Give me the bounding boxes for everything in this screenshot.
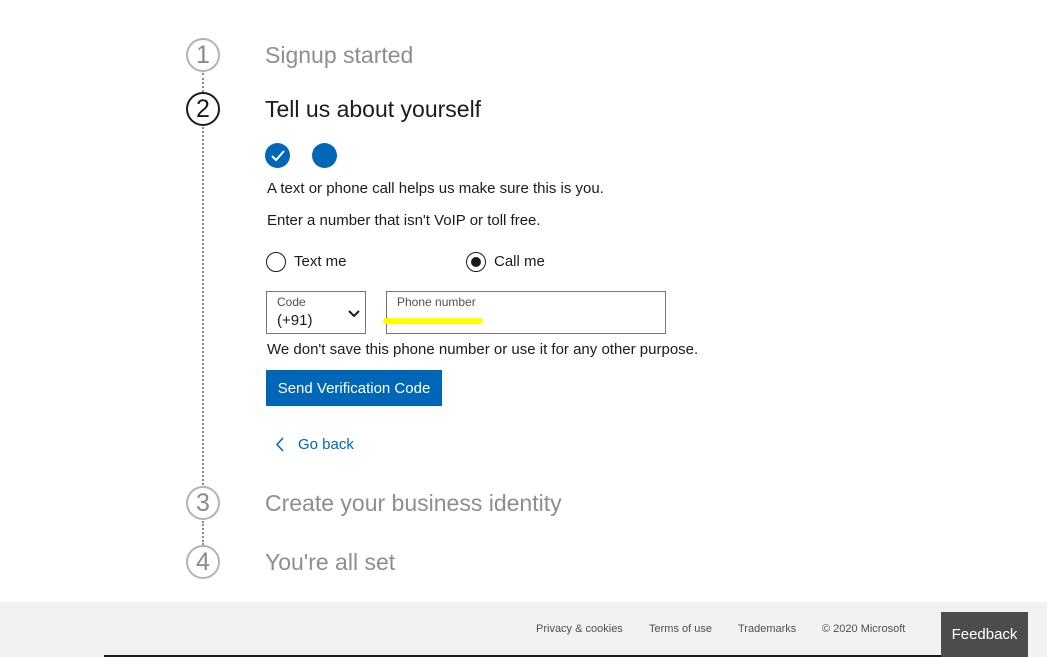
country-code-value: (+91) [277, 312, 313, 329]
call-me-label[interactable]: Call me [494, 253, 545, 270]
step-4-title: You're all set [265, 549, 396, 575]
step-1-number: 1 [186, 38, 220, 72]
phone-number-label: Phone number [397, 295, 476, 309]
step-connector [202, 521, 204, 545]
send-verification-code-button[interactable]: Send Verification Code [266, 370, 442, 406]
trademarks-link[interactable]: Trademarks [738, 623, 796, 635]
step-connector [202, 127, 204, 485]
step-3-title: Create your business identity [265, 490, 562, 516]
call-me-radio[interactable] [466, 252, 486, 272]
chevron-down-icon [348, 310, 360, 318]
text-me-label[interactable]: Text me [294, 253, 347, 270]
go-back-label: Go back [298, 436, 354, 453]
step-3-number: 3 [186, 486, 220, 520]
step-2-number: 2 [186, 92, 220, 126]
progress-dot-complete [265, 143, 290, 168]
text-me-radio[interactable] [266, 252, 286, 272]
go-back-link[interactable]: Go back [275, 436, 354, 453]
step-2-title: Tell us about yourself [265, 96, 482, 122]
privacy-cookies-link[interactable]: Privacy & cookies [536, 623, 623, 635]
checkmark-icon [270, 149, 285, 161]
step-connector [202, 73, 204, 92]
verification-instruction-text: Enter a number that isn't VoIP or toll f… [267, 212, 541, 229]
privacy-note: We don't save this phone number or use i… [267, 341, 699, 358]
country-code-label: Code [277, 295, 306, 309]
step-4-number: 4 [186, 545, 220, 579]
footer: Privacy & cookies Terms of use Trademark… [0, 602, 1047, 657]
progress-dot-current [312, 143, 337, 168]
verification-info-text: A text or phone call helps us make sure … [267, 180, 604, 197]
country-code-select[interactable]: Code (+91) [266, 291, 366, 334]
step-1-title: Signup started [265, 42, 414, 68]
feedback-button[interactable]: Feedback [941, 612, 1028, 657]
copyright-text: © 2020 Microsoft [822, 623, 906, 635]
chevron-left-icon [275, 437, 284, 452]
phone-number-input[interactable]: Phone number [383, 291, 666, 334]
redaction-highlight [383, 318, 483, 324]
terms-of-use-link[interactable]: Terms of use [649, 623, 712, 635]
